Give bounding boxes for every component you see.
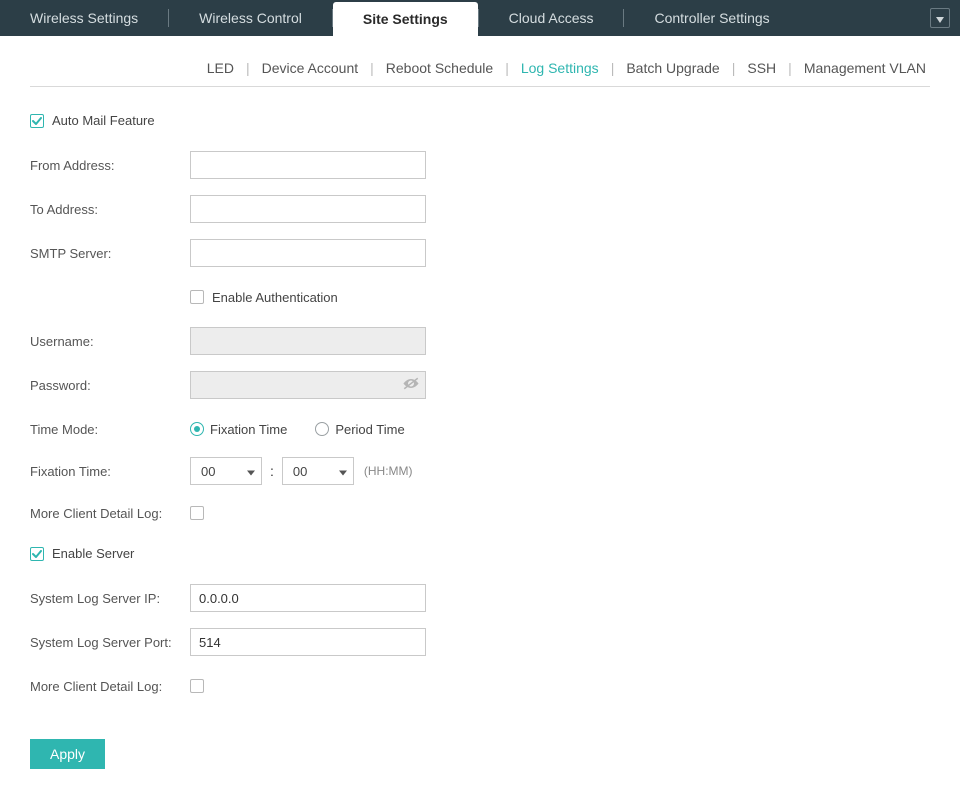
fixation-hour-select[interactable]: 00 — [190, 457, 262, 485]
more-client-detail-label-2: More Client Detail Log: — [30, 679, 190, 694]
fixation-time-hint: (HH:MM) — [364, 464, 413, 478]
to-address-label: To Address: — [30, 202, 190, 217]
auto-mail-label: Auto Mail Feature — [52, 113, 155, 128]
radio-dot-icon — [194, 426, 200, 432]
time-separator: : — [262, 463, 282, 479]
password-input[interactable] — [190, 371, 426, 399]
username-input[interactable] — [190, 327, 426, 355]
chevron-down-icon — [936, 11, 944, 26]
more-client-detail-checkbox-2[interactable] — [190, 679, 204, 693]
tab-site-settings[interactable]: Site Settings — [333, 2, 478, 36]
more-client-detail-checkbox-1[interactable] — [190, 506, 204, 520]
subnav-batch-upgrade[interactable]: Batch Upgrade — [622, 60, 723, 76]
subnav-separator: | — [780, 60, 800, 76]
enable-auth-label: Enable Authentication — [212, 290, 338, 305]
fixation-time-row: Fixation Time: 00 : 00 (HH:MM) — [30, 456, 930, 486]
tab-cloud-access[interactable]: Cloud Access — [479, 0, 624, 36]
server-ip-label: System Log Server IP: — [30, 591, 190, 606]
subnav-log-settings[interactable]: Log Settings — [517, 60, 603, 76]
tab-wireless-settings[interactable]: Wireless Settings — [0, 0, 168, 36]
server-ip-row: System Log Server IP: — [30, 583, 930, 613]
from-address-input[interactable] — [190, 151, 426, 179]
apply-button[interactable]: Apply — [30, 739, 105, 769]
more-client-detail-label-1: More Client Detail Log: — [30, 506, 190, 521]
enable-server-label: Enable Server — [52, 546, 134, 561]
smtp-server-input[interactable] — [190, 239, 426, 267]
fixation-hour-value: 00 — [201, 464, 215, 479]
check-icon — [32, 117, 42, 125]
server-ip-input[interactable] — [190, 584, 426, 612]
check-icon — [32, 550, 42, 558]
subnav-separator: | — [497, 60, 517, 76]
eye-off-icon — [402, 379, 420, 394]
username-label: Username: — [30, 334, 190, 349]
subnav-separator: | — [238, 60, 258, 76]
server-port-label: System Log Server Port: — [30, 635, 190, 650]
tab-wireless-control[interactable]: Wireless Control — [169, 0, 332, 36]
radio-dot-icon — [319, 426, 325, 432]
to-address-input[interactable] — [190, 195, 426, 223]
fixation-time-radio[interactable] — [190, 422, 204, 436]
fixation-time-radio-label[interactable]: Fixation Time — [210, 422, 287, 437]
subnav-device-account[interactable]: Device Account — [258, 60, 363, 76]
smtp-server-label: SMTP Server: — [30, 246, 190, 261]
password-label: Password: — [30, 378, 190, 393]
enable-server-checkbox[interactable] — [30, 547, 44, 561]
period-time-radio-label[interactable]: Period Time — [335, 422, 404, 437]
subnav-reboot-schedule[interactable]: Reboot Schedule — [382, 60, 497, 76]
check-icon — [192, 293, 202, 301]
time-mode-label: Time Mode: — [30, 422, 190, 437]
enable-auth-row: Enable Authentication — [30, 282, 930, 312]
subnav-led[interactable]: LED — [203, 60, 238, 76]
subnav-separator: | — [362, 60, 382, 76]
nav-more-dropdown[interactable] — [930, 8, 950, 28]
username-row: Username: — [30, 326, 930, 356]
time-mode-row: Time Mode: Fixation Time Period Time — [30, 414, 930, 444]
chevron-down-icon — [247, 464, 255, 479]
enable-server-row: Enable Server — [30, 546, 930, 561]
fixation-minute-select[interactable]: 00 — [282, 457, 354, 485]
sub-nav: LED | Device Account | Reboot Schedule |… — [0, 36, 960, 86]
enable-auth-checkbox[interactable] — [190, 290, 204, 304]
more-client-detail-row-2: More Client Detail Log: — [30, 671, 930, 701]
to-address-row: To Address: — [30, 194, 930, 224]
more-client-detail-row-1: More Client Detail Log: — [30, 498, 930, 528]
toggle-password-visibility[interactable] — [402, 377, 420, 394]
subnav-ssh[interactable]: SSH — [743, 60, 780, 76]
password-row: Password: — [30, 370, 930, 400]
tab-controller-settings[interactable]: Controller Settings — [624, 0, 799, 36]
smtp-server-row: SMTP Server: — [30, 238, 930, 268]
chevron-down-icon — [339, 464, 347, 479]
auto-mail-checkbox[interactable] — [30, 114, 44, 128]
period-time-radio[interactable] — [315, 422, 329, 436]
server-port-row: System Log Server Port: — [30, 627, 930, 657]
subnav-management-vlan[interactable]: Management VLAN — [800, 60, 930, 76]
fixation-minute-value: 00 — [293, 464, 307, 479]
from-address-label: From Address: — [30, 158, 190, 173]
top-nav: Wireless Settings Wireless Control Site … — [0, 0, 960, 36]
server-port-input[interactable] — [190, 628, 426, 656]
fixation-time-label: Fixation Time: — [30, 464, 190, 479]
auto-mail-row: Auto Mail Feature — [30, 113, 930, 128]
from-address-row: From Address: — [30, 150, 930, 180]
subnav-separator: | — [724, 60, 744, 76]
log-settings-form: Auto Mail Feature From Address: To Addre… — [0, 87, 960, 799]
subnav-separator: | — [603, 60, 623, 76]
